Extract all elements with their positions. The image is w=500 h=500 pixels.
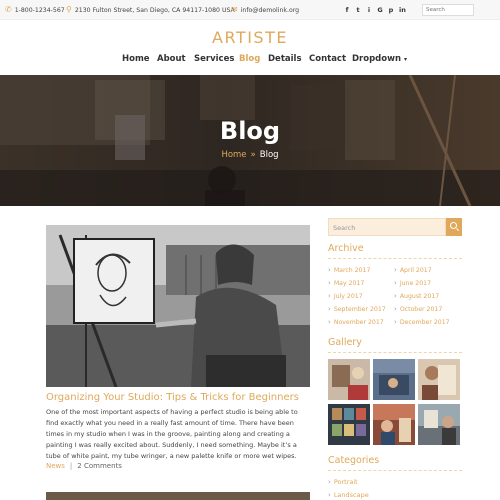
- instagram-icon[interactable]: i: [366, 6, 372, 14]
- gallery-thumbnail[interactable]: [328, 404, 370, 445]
- next-post-image[interactable]: [46, 492, 310, 500]
- post-meta: News | 2 Comments: [46, 462, 122, 470]
- gallery-thumbnail[interactable]: [418, 359, 460, 400]
- archive-link[interactable]: December 2017: [394, 318, 450, 326]
- nav-item-dropdown[interactable]: Dropdown ▾: [352, 54, 407, 64]
- site-logo[interactable]: ARTISTE: [0, 28, 500, 47]
- categories-divider: [328, 470, 462, 471]
- archive-link[interactable]: April 2017: [394, 266, 432, 274]
- email-text: info@demolink.org: [240, 6, 300, 14]
- nav-item-blog[interactable]: Blog: [239, 54, 260, 64]
- archive-link[interactable]: November 2017: [328, 318, 384, 326]
- phone-text: 1-800-1234-567: [14, 6, 65, 14]
- address-contact: ⚲ 2130 Fulton Street, San Diego, CA 9411…: [66, 0, 235, 20]
- meta-divider: |: [69, 462, 73, 470]
- post-featured-image[interactable]: [46, 225, 310, 387]
- categories-heading: Categories: [328, 455, 380, 466]
- envelope-icon: ✉: [231, 5, 238, 14]
- breadcrumb-separator: »: [250, 150, 256, 160]
- archive-link[interactable]: August 2017: [394, 292, 439, 300]
- caret-down-icon: ▾: [404, 56, 408, 63]
- post-excerpt: One of the most important aspects of hav…: [46, 408, 298, 460]
- linkedin-icon[interactable]: in: [399, 6, 406, 14]
- archive-heading: Archive: [328, 243, 364, 254]
- nav-item-contact[interactable]: Contact: [309, 54, 346, 64]
- phone-icon: ✆: [5, 5, 12, 14]
- sidebar-search-input[interactable]: Search: [328, 218, 446, 236]
- gallery-photo: [373, 359, 415, 400]
- gallery-thumbnail[interactable]: [328, 359, 370, 400]
- archive-link[interactable]: May 2017: [328, 279, 365, 287]
- category-link[interactable]: Landscape: [328, 491, 369, 499]
- nav-item-home[interactable]: Home: [122, 54, 150, 64]
- artist-at-easel-photo: [46, 225, 310, 387]
- facebook-icon[interactable]: f: [344, 6, 350, 14]
- post-comments-link[interactable]: 2 Comments: [77, 462, 122, 470]
- archive-divider: [328, 258, 462, 259]
- breadcrumb-home-link[interactable]: Home: [221, 150, 246, 160]
- social-links: f t i G p in: [344, 0, 406, 20]
- gallery-heading: Gallery: [328, 337, 362, 348]
- breadcrumb-current: Blog: [259, 150, 279, 160]
- archive-link[interactable]: July 2017: [328, 292, 363, 300]
- archive-link[interactable]: October 2017: [394, 305, 442, 313]
- pinterest-icon[interactable]: p: [388, 6, 394, 14]
- gallery-divider: [328, 352, 462, 353]
- main-nav: Home About Services Blog Details Contact…: [0, 54, 500, 68]
- post-category-link[interactable]: News: [46, 462, 65, 470]
- post-title[interactable]: Organizing Your Studio: Tips & Tricks fo…: [46, 392, 316, 403]
- email-contact[interactable]: ✉ info@demolink.org: [231, 0, 299, 20]
- archive-link[interactable]: March 2017: [328, 266, 371, 274]
- gallery-photo: [328, 404, 370, 445]
- search-icon[interactable]: [446, 218, 462, 236]
- nav-dropdown-label: Dropdown: [352, 54, 401, 64]
- breadcrumb: Home » Blog: [0, 150, 500, 160]
- twitter-icon[interactable]: t: [355, 6, 361, 14]
- nav-item-about[interactable]: About: [157, 54, 186, 64]
- top-search-input[interactable]: [422, 4, 474, 16]
- location-pin-icon: ⚲: [66, 5, 72, 14]
- archive-link[interactable]: June 2017: [394, 279, 431, 287]
- gallery-photo: [418, 404, 460, 445]
- top-bar: ✆ 1-800-1234-567 ⚲ 2130 Fulton Street, S…: [0, 0, 500, 20]
- gallery-photo: [418, 359, 460, 400]
- gallery-photo: [328, 359, 370, 400]
- gallery-thumbnail[interactable]: [418, 404, 460, 445]
- nav-item-details[interactable]: Details: [268, 54, 302, 64]
- gallery-thumbnail[interactable]: [373, 404, 415, 445]
- archive-link[interactable]: September 2017: [328, 305, 386, 313]
- phone-contact[interactable]: ✆ 1-800-1234-567: [5, 0, 65, 20]
- gallery-photo: [373, 404, 415, 445]
- gallery-thumbnail[interactable]: [373, 359, 415, 400]
- page-title: Blog: [219, 117, 281, 145]
- category-link[interactable]: Portrait: [328, 478, 358, 486]
- google-plus-icon[interactable]: G: [377, 6, 383, 14]
- nav-item-services[interactable]: Services: [194, 54, 234, 64]
- address-text: 2130 Fulton Street, San Diego, CA 94117-…: [74, 6, 235, 14]
